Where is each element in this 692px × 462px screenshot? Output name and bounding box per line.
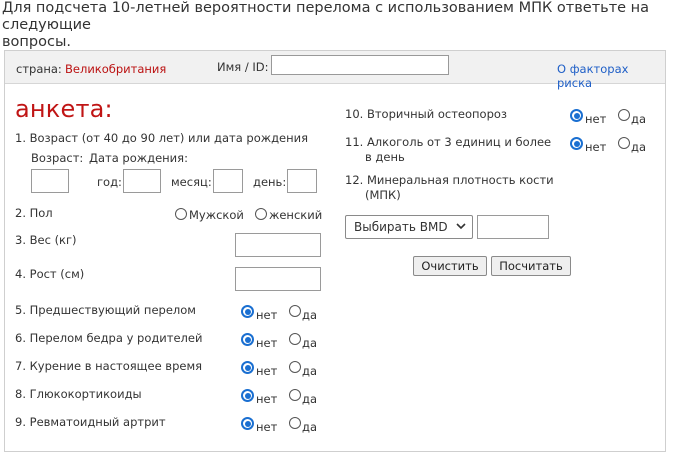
- q4-height-label: 4. Рост (см): [15, 267, 85, 281]
- q6-parent-hip-label: 6. Перелом бедра у родителей: [15, 331, 203, 345]
- intro-line-2: вопросы.: [2, 34, 72, 50]
- q5-no-label: нет: [256, 308, 278, 322]
- country-label: страна:: [16, 62, 62, 76]
- q11-no-label: нет: [585, 140, 607, 154]
- q2-sex-label: 2. Пол: [15, 206, 53, 220]
- q11-yes-radio[interactable]: [618, 137, 630, 149]
- risk-factors-link[interactable]: О факторах риска: [557, 62, 665, 90]
- bmd-value-input[interactable]: [477, 215, 549, 239]
- bmd-select[interactable]: Выбирать BMD: [345, 215, 473, 239]
- sex-male-radio[interactable]: [175, 208, 187, 220]
- sex-female-label: женский: [269, 208, 323, 222]
- q5-no-radio[interactable]: [241, 305, 254, 318]
- q11-no-radio[interactable]: [570, 137, 583, 150]
- q5-yes-radio[interactable]: [289, 305, 301, 317]
- q3-weight-label: 3. Вес (кг): [15, 233, 77, 247]
- q7-yes-radio[interactable]: [289, 361, 301, 373]
- sex-female-radio[interactable]: [255, 208, 267, 220]
- q8-no-label: нет: [256, 392, 278, 406]
- year-label: год:: [97, 175, 122, 189]
- q5-prior-fracture-label: 5. Предшествующий перелом: [15, 303, 196, 317]
- q12-bmd-line1: 12. Минеральная плотность кости: [345, 173, 554, 187]
- month-label: месяц:: [171, 175, 212, 189]
- sex-male-label: Мужской: [189, 208, 244, 222]
- q8-yes-label: да: [302, 392, 317, 406]
- q9-rheumatoid-label: 9. Ревматоидный артрит: [15, 415, 166, 429]
- questionnaire-title: анкета:: [15, 95, 113, 123]
- top-bar: страна: Великобритания Имя / ID: О факто…: [5, 51, 665, 90]
- q8-glucocorticoids-label: 8. Глюкокортикоиды: [15, 387, 142, 401]
- q8-yes-radio[interactable]: [289, 389, 301, 401]
- clear-button[interactable]: Очистить: [413, 256, 487, 276]
- chevron-down-icon: [456, 223, 466, 230]
- calculate-button[interactable]: Посчитать: [491, 256, 571, 276]
- q1-age-label: 1. Возраст (от 40 до 90 лет) или дата ро…: [15, 131, 309, 145]
- q1-age-sublabel: Возраст:: [31, 151, 84, 165]
- q7-smoking-label: 7. Курение в настоящее время: [15, 359, 203, 373]
- q6-no-label: нет: [256, 336, 278, 350]
- q12-bmd-line2: (МПК): [365, 188, 401, 202]
- month-input[interactable]: [213, 169, 243, 193]
- q9-no-label: нет: [256, 420, 278, 434]
- intro-text: Для подсчета 10-летней вероятности перел…: [2, 0, 690, 51]
- height-input[interactable]: [235, 267, 321, 291]
- name-id-label: Имя / ID:: [217, 60, 269, 74]
- q5-yes-label: да: [302, 308, 317, 322]
- q9-yes-label: да: [302, 420, 317, 434]
- q7-yes-label: да: [302, 364, 317, 378]
- q10-no-radio[interactable]: [570, 109, 583, 122]
- age-input[interactable]: [31, 169, 69, 193]
- bmd-select-value: Выбирать BMD: [354, 220, 448, 234]
- q6-yes-label: да: [302, 336, 317, 350]
- name-id-input[interactable]: [271, 55, 449, 75]
- q11-alcohol-label: 11. Алкоголь от 3 единиц и более в день: [345, 135, 551, 165]
- q10-secondary-osteoporosis-label: 10. Вторичный остеопороз: [345, 107, 508, 121]
- year-input[interactable]: [123, 169, 161, 193]
- q6-yes-radio[interactable]: [289, 333, 301, 345]
- q7-no-label: нет: [256, 364, 278, 378]
- frax-form-panel: страна: Великобритания Имя / ID: О факто…: [4, 50, 666, 452]
- q6-no-radio[interactable]: [241, 333, 254, 346]
- q10-yes-radio[interactable]: [618, 109, 630, 121]
- q10-yes-label: да: [631, 112, 646, 126]
- day-input[interactable]: [287, 169, 317, 193]
- q10-no-label: нет: [585, 112, 607, 126]
- q11-alcohol-line2: в день: [365, 150, 405, 164]
- q1-dob-sublabel: Дата рождения:: [89, 151, 188, 165]
- q11-alcohol-line1: 11. Алкоголь от 3 единиц и более: [345, 135, 552, 149]
- q8-no-radio[interactable]: [241, 389, 254, 402]
- day-label: день:: [253, 175, 287, 189]
- intro-line-1: Для подсчета 10-летней вероятности перел…: [2, 0, 650, 33]
- q12-bmd-label: 12. Минеральная плотность кости (МПК): [345, 173, 554, 203]
- q7-no-radio[interactable]: [241, 361, 254, 374]
- q9-yes-radio[interactable]: [289, 417, 301, 429]
- q9-no-radio[interactable]: [241, 417, 254, 430]
- q11-yes-label: да: [631, 140, 646, 154]
- weight-input[interactable]: [235, 233, 321, 257]
- country-value[interactable]: Великобритания: [65, 62, 166, 76]
